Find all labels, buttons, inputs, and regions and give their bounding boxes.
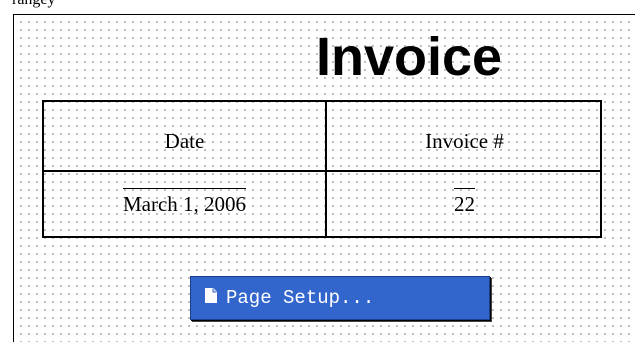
invoice-title: Invoice [316,27,503,87]
date-value-cell: March 1, 2006 [44,188,325,217]
date-header-cell: Date [44,128,325,154]
report-designer-canvas: rangey Invoice Date Invoice # March 1, 2… [0,0,635,342]
invoice-number-value-cell: 22 [327,188,602,217]
table-row-divider [44,170,600,172]
invoice-number-header-cell: Invoice # [327,128,602,154]
invoice-number-value: 22 [454,188,475,217]
page-setup-button[interactable]: Page Setup... [190,276,490,320]
cut-off-header-text: rangey [12,0,56,9]
date-header-label: Date [164,129,205,153]
invoice-info-table: Date Invoice # March 1, 2006 22 [42,100,602,238]
invoice-number-header-label: Invoice # [425,129,504,153]
page-icon [205,288,217,303]
date-value: March 1, 2006 [122,188,247,217]
cut-off-header: rangey [0,0,635,14]
page-setup-label: Page Setup... [226,287,375,309]
